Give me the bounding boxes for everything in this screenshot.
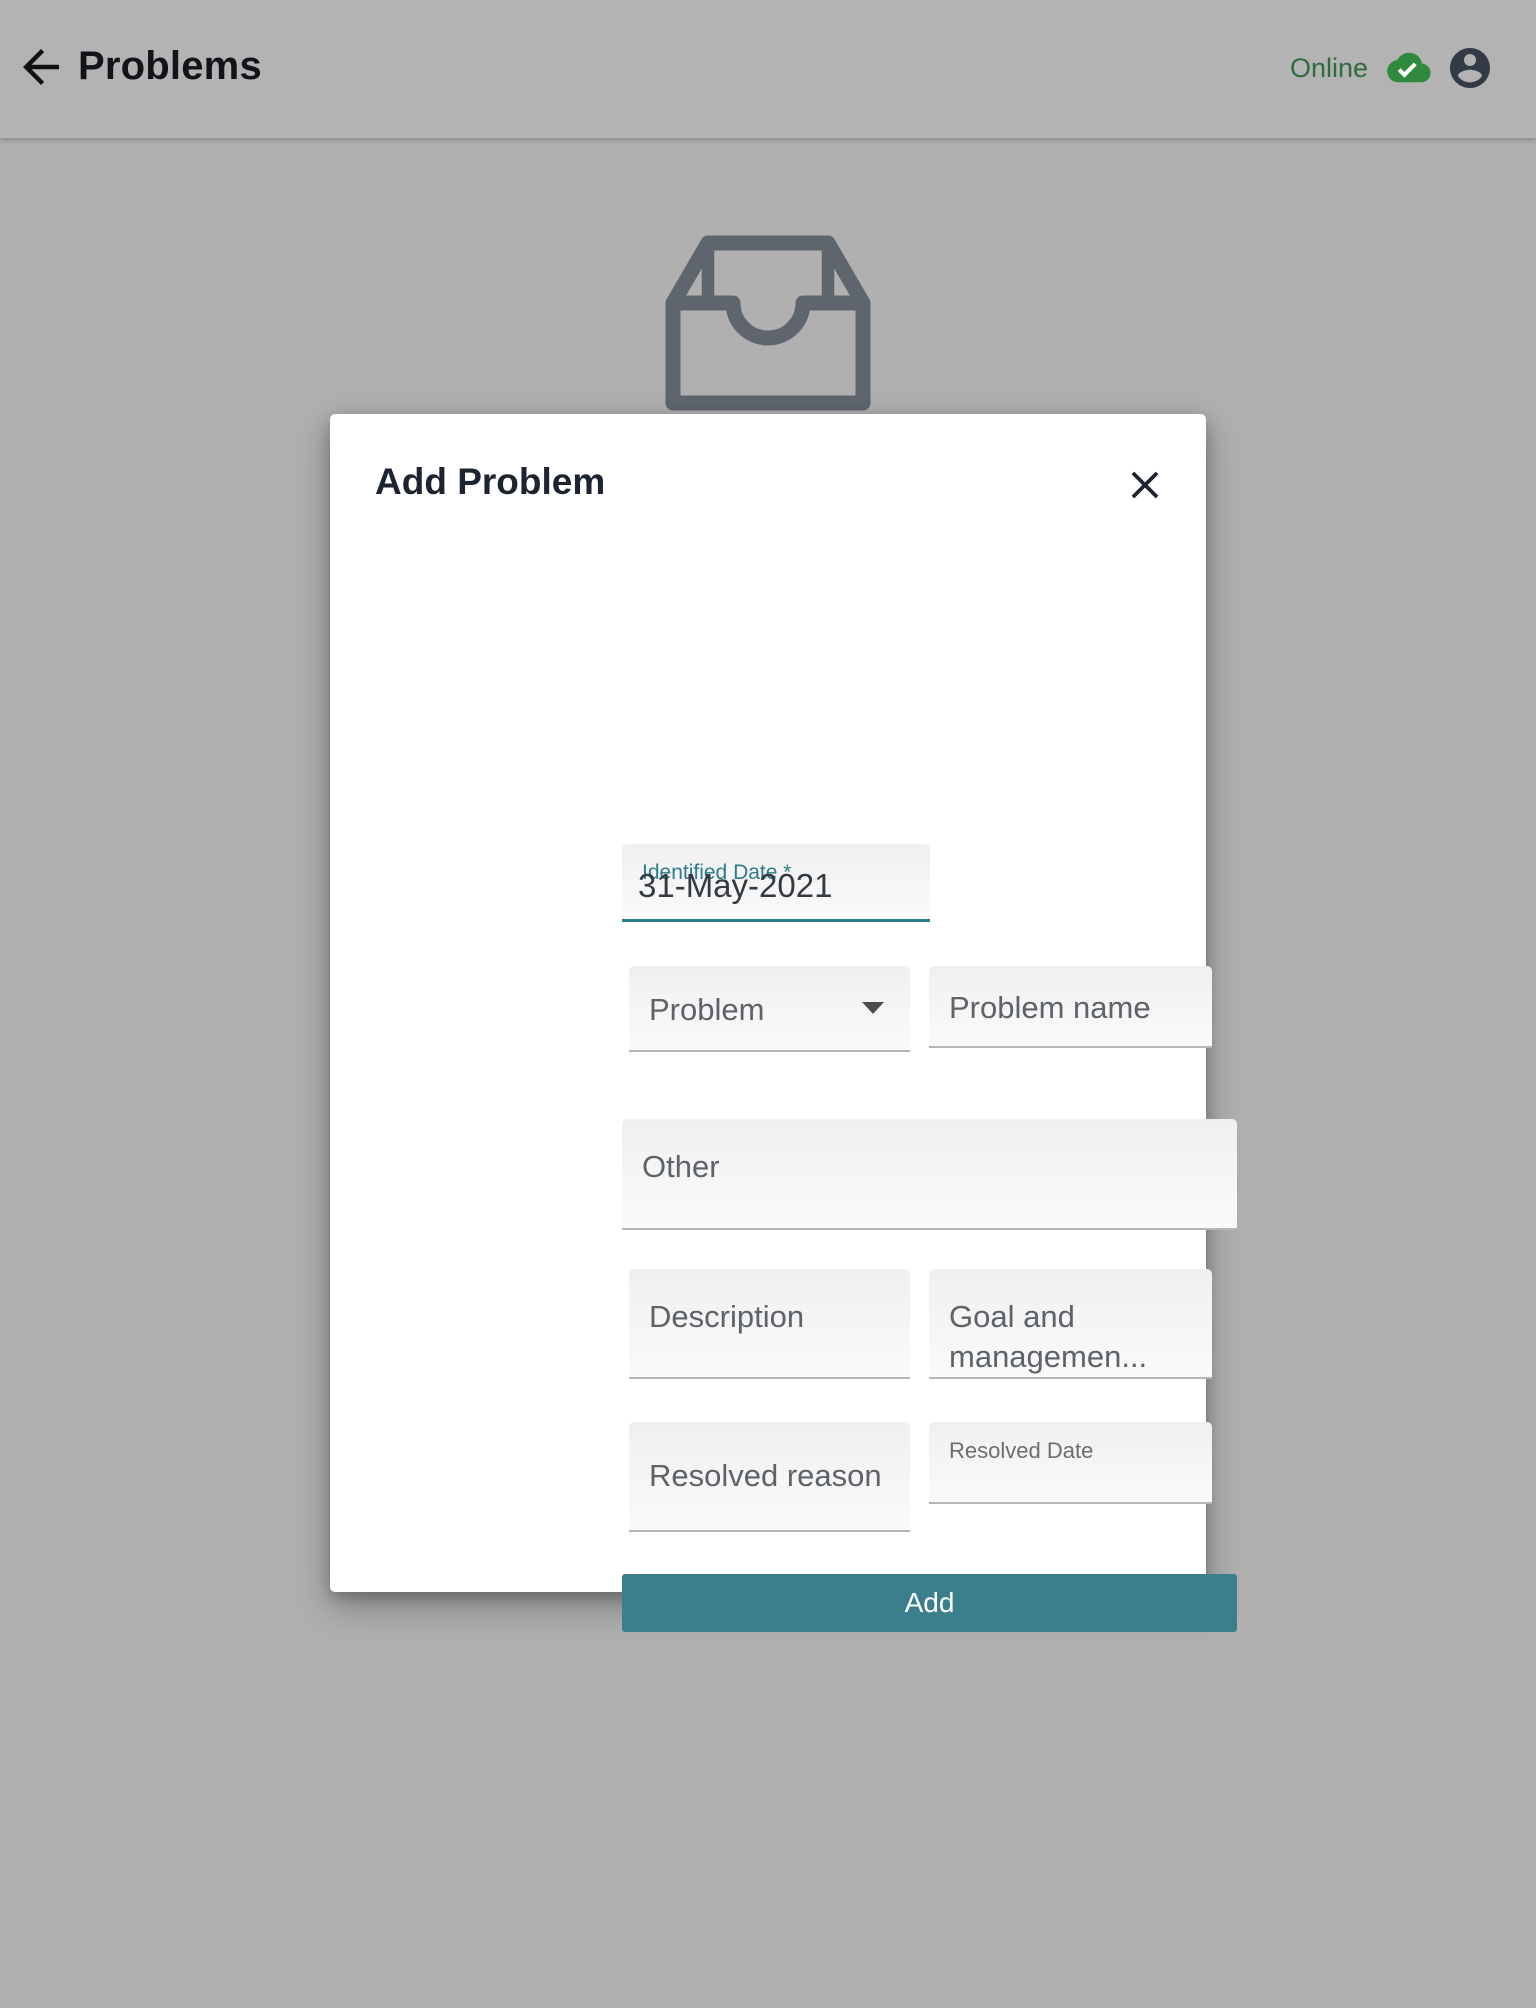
- resolved-reason-placeholder: Resolved reason: [649, 1458, 882, 1493]
- goal-and-management-placeholder: Goal and managemen...: [949, 1299, 1148, 1374]
- description-placeholder: Description: [649, 1299, 805, 1334]
- problem-select[interactable]: Problem: [629, 966, 910, 1052]
- add-problem-dialog: Add Problem Identified Date * 31-May-202…: [330, 414, 1237, 1632]
- resolved-date-label: Resolved Date: [949, 1438, 1094, 1463]
- account-circle-icon[interactable]: [1446, 44, 1494, 92]
- app-screen: Problems Online There are no r: [0, 0, 1536, 2008]
- identified-date-field[interactable]: Identified Date * 31-May-2021: [622, 844, 930, 922]
- description-input[interactable]: Description: [629, 1269, 910, 1379]
- resolved-date-field[interactable]: Resolved Date: [929, 1422, 1212, 1504]
- problem-name-input[interactable]: Problem name: [929, 966, 1212, 1048]
- problem-name-placeholder: Problem name: [949, 990, 1151, 1025]
- inbox-empty-icon: [638, 228, 898, 418]
- other-input[interactable]: Other: [622, 1119, 1237, 1230]
- online-status-group: Online: [1290, 40, 1494, 96]
- app-bar: Problems Online: [0, 0, 1536, 138]
- other-placeholder: Other: [642, 1149, 720, 1184]
- resolved-reason-input[interactable]: Resolved reason: [629, 1422, 910, 1532]
- dialog-title: Add Problem: [375, 461, 606, 502]
- back-arrow-icon[interactable]: [14, 40, 68, 94]
- chevron-down-icon: [862, 1002, 884, 1014]
- online-status-label: Online: [1289, 53, 1368, 83]
- page-title: Problems: [78, 44, 262, 88]
- close-icon[interactable]: [1122, 462, 1168, 508]
- problem-select-placeholder: Problem: [649, 992, 765, 1027]
- identified-date-value: 31-May-2021: [638, 867, 833, 904]
- add-button[interactable]: Add: [622, 1574, 1237, 1632]
- cloud-done-icon: [1382, 49, 1432, 87]
- goal-and-management-input[interactable]: Goal and managemen...: [929, 1269, 1212, 1379]
